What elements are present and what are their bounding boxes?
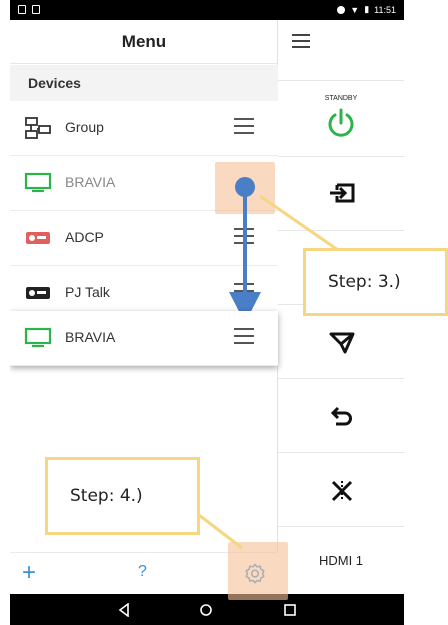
device-item-adcp[interactable]: ADCP (10, 211, 278, 266)
projector-icon (26, 232, 50, 244)
step-4-highlight (228, 542, 288, 600)
device-label: Group (65, 119, 104, 135)
send-icon (329, 332, 355, 354)
group-network-icon (25, 117, 51, 139)
step-3-highlight (215, 162, 275, 214)
power-icon (328, 108, 354, 137)
hdmi-input-button[interactable]: HDMI 1 (278, 526, 404, 594)
dnd-icon (337, 5, 346, 14)
tv-icon (24, 327, 52, 348)
device-label: PJ Talk (65, 284, 110, 300)
notification-icon (18, 5, 26, 14)
step-3-callout: Step: 3.) (303, 248, 448, 316)
tv-icon (24, 172, 52, 193)
projector-icon (26, 287, 50, 299)
standby-button[interactable]: STANDBY (278, 80, 404, 156)
status-bar: ▼ ▮ 11:51 (10, 0, 404, 20)
device-item-group[interactable]: Group (10, 101, 278, 156)
back-button[interactable] (278, 378, 404, 452)
drag-handle-icon[interactable] (234, 118, 254, 138)
menu-icon[interactable] (292, 34, 310, 52)
mute-button[interactable] (278, 452, 404, 526)
device-label: BRAVIA (65, 174, 116, 190)
add-device-button[interactable]: + (14, 559, 44, 587)
device-item-bravia-dragging[interactable]: BRAVIA (10, 311, 278, 366)
status-time: 11:51 (374, 4, 396, 15)
help-button[interactable]: ? (138, 563, 147, 581)
return-icon (330, 406, 352, 426)
drag-handle-icon[interactable] (234, 283, 254, 303)
step-4-callout: Step: 4.) (45, 457, 200, 535)
menu-title: Menu (10, 20, 278, 64)
input-button[interactable] (278, 156, 404, 230)
drag-handle-icon[interactable] (234, 328, 254, 348)
drag-handle-icon[interactable] (234, 228, 254, 248)
standby-label: STANDBY (324, 95, 358, 102)
device-label: BRAVIA (65, 329, 116, 345)
input-label: HDMI 1 (318, 553, 364, 568)
device-item-pj-talk[interactable]: PJ Talk (10, 266, 278, 312)
freeze-icon (331, 480, 353, 502)
notification-icon (32, 5, 40, 14)
wifi-icon: ▼ (350, 4, 360, 15)
input-source-icon (330, 183, 355, 203)
back-nav-icon[interactable] (118, 603, 130, 617)
home-nav-icon[interactable] (199, 603, 213, 617)
devices-section-header: Devices (10, 65, 278, 101)
device-label: ADCP (65, 229, 104, 245)
system-nav-bar (10, 594, 404, 625)
battery-icon: ▮ (364, 4, 370, 14)
recents-nav-icon[interactable] (283, 603, 297, 617)
